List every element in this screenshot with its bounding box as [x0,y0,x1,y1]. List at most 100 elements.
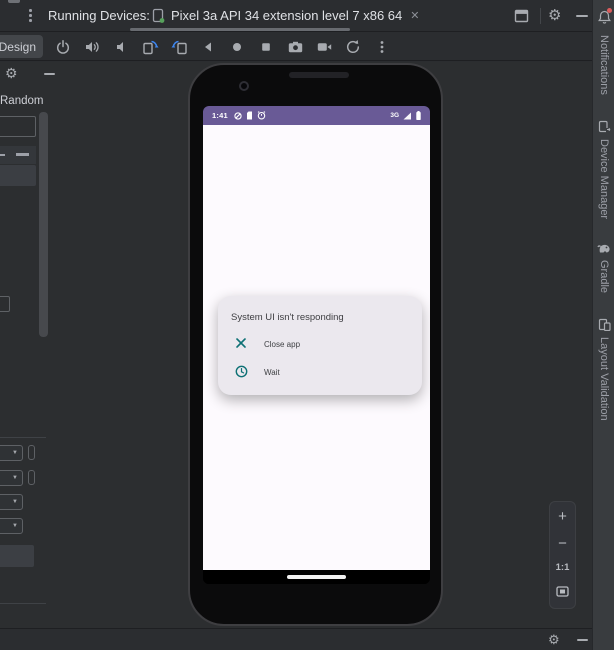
left-panel-toggle[interactable] [28,470,35,485]
rotate-right-button[interactable] [169,35,189,58]
left-panel-dropdown[interactable]: ▼ [0,518,23,534]
left-panel-item[interactable] [0,165,36,186]
layout-validation-icon [598,318,611,331]
header-divider [540,8,541,24]
actual-size-button[interactable]: 1:1 [556,563,570,573]
android-status-bar: 1:41 3G [203,106,430,125]
device-toolbar: Design [0,32,592,61]
app-screen-content: System UI isn't responding Close app [203,125,430,570]
sidebar-label: Device Manager [598,139,610,219]
alarm-clock-icon [257,111,266,120]
volume-up-icon [84,39,100,55]
sidebar-label: Gradle [598,260,610,293]
left-panel-dropdown[interactable]: ▼ [0,494,23,510]
close-tab-icon[interactable]: ✕ [408,9,421,22]
overview-button[interactable] [256,35,276,58]
volume-down-icon [113,39,129,55]
panel-title: Running Devices: [48,8,150,23]
left-panel-toggle[interactable] [28,445,35,460]
close-app-option[interactable]: Close app [218,335,422,357]
power-button[interactable] [53,35,73,58]
left-panel-row [0,146,36,164]
hide-panel-icon[interactable] [576,15,588,17]
home-icon [230,40,244,54]
android-studio-running-devices-window: Running Devices: Pixel 3a API 34 extensi… [0,0,614,650]
camera-icon [287,39,304,55]
video-camera-icon [316,39,333,55]
zoom-out-button[interactable]: − [558,536,567,551]
sidebar-label: Notifications [598,35,610,95]
anr-dialog-title: System UI isn't responding [231,312,344,323]
left-panel-gear-icon[interactable]: ⚙ [5,65,18,82]
rotate-left-icon [142,39,159,55]
rotate-left-button[interactable] [140,35,160,58]
left-panel-dropdown[interactable]: ▼ [0,445,23,461]
screenshot-button[interactable] [285,35,305,58]
screen-record-button[interactable] [314,35,334,58]
front-camera [239,81,249,91]
bottom-settings-gear-icon[interactable]: ⚙ [548,633,560,646]
gesture-handle[interactable] [287,575,346,579]
network-type-label: 3G [390,112,399,119]
sidebar-item-layout-validation[interactable]: Layout Validation [593,318,614,421]
sidebar-label: Layout Validation [598,337,610,421]
device-manager-icon [598,120,611,133]
notification-badge [607,8,612,13]
left-panel-field[interactable] [0,116,36,137]
float-window-icon[interactable] [514,9,529,23]
bottom-hide-icon[interactable] [577,639,588,641]
chevron-down-icon: ▼ [12,450,18,456]
status-time: 1:41 [212,111,228,120]
left-panel-button[interactable] [0,545,34,567]
gradle-elephant-icon [597,242,611,254]
reset-icon [345,39,361,55]
more-options-kebab-icon [375,39,389,55]
back-icon [201,40,215,54]
phone-device-icon [152,8,165,23]
navigation-bar [203,570,430,584]
volume-up-button[interactable] [82,35,102,58]
zoom-in-button[interactable]: + [558,509,567,524]
left-panel-divider [0,437,46,438]
device-screen[interactable]: 1:41 3G [203,106,430,584]
left-panel-dropdown[interactable]: ▼ [0,470,23,486]
back-button[interactable] [198,35,218,58]
left-panel-divider [0,603,46,604]
panel-settings-gear-icon[interactable]: ⚙ [548,8,561,23]
reset-button[interactable] [343,35,363,58]
volume-down-button[interactable] [111,35,131,58]
sidebar-item-device-manager[interactable]: Device Manager [593,120,614,219]
left-panel-field[interactable] [0,296,10,312]
dash-icon [0,154,5,156]
left-panel-hide-icon[interactable] [44,73,55,75]
earpiece-speaker [289,72,349,78]
panel-options-kebab-icon[interactable] [29,9,32,22]
left-panel-scrollbar[interactable] [39,112,48,337]
device-tab-label: Pixel 3a API 34 extension level 7 x86 64 [171,8,402,23]
battery-icon [416,111,421,120]
rotate-right-icon [171,39,188,55]
overview-icon [259,40,273,54]
device-tab[interactable]: Pixel 3a API 34 extension level 7 x86 64… [152,3,421,28]
sidebar-item-gradle[interactable]: Gradle [593,242,614,293]
design-tab[interactable]: Design [0,35,43,58]
wait-label: Wait [264,368,280,377]
device-display-area: ⚙ Random ▼ ▼ ▼ ▼ 1:41 [0,62,592,628]
signal-strength-icon [403,112,412,120]
close-app-label: Close app [264,340,300,349]
chevron-down-icon: ▼ [12,499,18,505]
pixel-3a-device-frame: 1:41 3G [188,63,443,626]
fit-to-window-button[interactable] [556,585,569,601]
close-x-icon [235,337,247,349]
dash-icon [16,153,29,156]
clock-icon [235,365,248,378]
right-tool-window-stripe: Notifications Device Manager Gradle [592,0,614,650]
tab-scrollbar[interactable] [130,28,350,31]
zoom-controls: + − 1:1 [549,501,576,609]
sidebar-item-notifications[interactable]: Notifications [593,10,614,95]
wait-option[interactable]: Wait [218,363,422,385]
left-panel-random-label: Random [0,95,43,107]
more-options-button[interactable] [372,35,392,58]
home-button[interactable] [227,35,247,58]
anr-dialog: System UI isn't responding Close app [218,296,422,395]
